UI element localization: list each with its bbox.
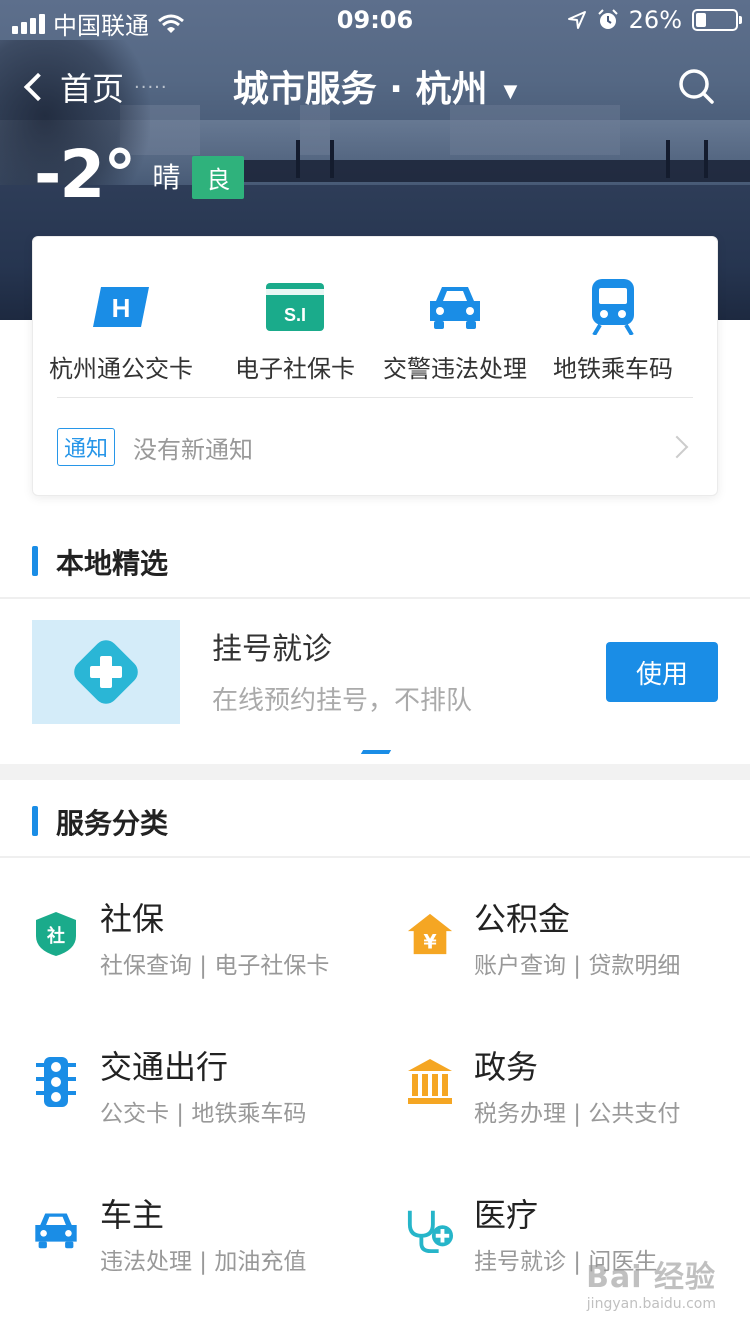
air-quality-badge: 良: [192, 156, 245, 199]
weather-condition: 晴: [152, 161, 181, 194]
section-title: 服务分类: [56, 807, 169, 840]
divider: [57, 397, 693, 398]
category-subtitle: 账户查询 | 贷款明细: [474, 953, 681, 979]
dropdown-caret-icon: ▼: [503, 80, 518, 102]
nav-bar: 首页 ····· 城市服务 · 杭州 ▼: [0, 56, 750, 116]
section-accent-bar: [32, 546, 38, 576]
divider: [0, 856, 750, 858]
notice-tag: 通知: [57, 428, 116, 466]
house-yuan-text: ¥: [423, 930, 437, 953]
category-name: 医疗: [474, 1196, 539, 1234]
car-icon: [430, 287, 480, 329]
notice-text: 没有新通知: [133, 435, 254, 464]
shield-text: 社: [47, 925, 65, 947]
section-title: 本地精选: [56, 547, 169, 580]
shortcut-subway-code[interactable]: 地铁乘车码: [523, 277, 703, 384]
shortcut-label: 杭州通公交卡: [49, 355, 193, 383]
location-icon: [567, 11, 586, 29]
category-name: 车主: [100, 1196, 165, 1234]
social-card-text: S.I: [284, 305, 306, 325]
city-selector[interactable]: 城市服务 · 杭州 ▼: [0, 60, 750, 112]
category-name: 交通出行: [100, 1048, 229, 1086]
shortcut-bus-card[interactable]: H 杭州通公交卡: [31, 277, 211, 384]
section-accent-bar: [32, 806, 38, 836]
subway-icon: [592, 279, 634, 335]
section-local-picks: 本地精选: [0, 530, 750, 590]
shortcut-social-security[interactable]: S.I 电子社保卡: [205, 277, 385, 384]
category-subtitle: 公交卡 | 地铁乘车码: [100, 1101, 307, 1127]
shortcut-card: H 杭州通公交卡 S.I 电子社保卡 交警违法处理 地铁乘车码 通知 没有新通知: [32, 236, 718, 496]
watermark-brand: Bai 经验: [586, 1260, 716, 1295]
temperature: -2°: [34, 136, 136, 213]
government-building-icon: [408, 1059, 452, 1104]
section-services: 服务分类: [0, 790, 750, 850]
bus-card-icon: H: [93, 287, 149, 327]
stethoscope-icon: [407, 1210, 454, 1254]
traffic-light-icon: [36, 1057, 76, 1107]
category-subtitle: 违法处理 | 加油充值: [100, 1249, 307, 1275]
shortcut-label: 地铁乘车码: [553, 355, 673, 383]
house-yuan-icon: ¥: [407, 913, 453, 955]
section-gap: [0, 764, 750, 780]
category-car-owner[interactable]: 车主 违法处理 | 加油充值: [32, 1190, 372, 1290]
featured-thumbnail[interactable]: [32, 620, 180, 724]
shortcut-label: 电子社保卡: [235, 355, 355, 383]
car-icon: [35, 1213, 77, 1249]
battery-icon: [692, 9, 742, 31]
featured-description: 在线预约挂号，不排队: [212, 686, 473, 716]
category-name: 公积金: [474, 900, 571, 938]
use-button[interactable]: 使用: [606, 642, 718, 702]
category-name: 社保: [100, 900, 165, 938]
category-social-security[interactable]: 社 社保 社保查询 | 电子社保卡: [32, 894, 372, 994]
status-bar: 中国联通 09:06 26%: [0, 0, 750, 40]
page-title: 城市服务 · 杭州: [232, 69, 488, 110]
search-icon[interactable]: [676, 66, 716, 106]
category-subtitle: 社保查询 | 电子社保卡: [100, 953, 330, 979]
divider: [0, 597, 750, 599]
category-transport[interactable]: 交通出行 公交卡 | 地铁乘车码: [32, 1042, 372, 1142]
notice-row[interactable]: 通知 没有新通知: [57, 427, 693, 467]
watermark: Bai 经验 jingyan.baidu.com: [586, 1252, 716, 1312]
bus-card-letter: H: [112, 293, 131, 323]
carousel-indicator[interactable]: [360, 750, 392, 754]
category-government[interactable]: 政务 税务办理 | 公共支付: [406, 1042, 746, 1142]
shortcut-label: 交警违法处理: [383, 355, 527, 383]
shortcut-traffic-violation[interactable]: 交警违法处理: [365, 277, 545, 384]
featured-title[interactable]: 挂号就诊: [212, 624, 332, 668]
social-security-card-icon: S.I: [266, 283, 324, 331]
battery-percent: 26%: [628, 6, 682, 34]
category-housing-fund[interactable]: ¥ 公积金 账户查询 | 贷款明细: [406, 894, 746, 994]
weather-widget[interactable]: -2° 晴 良: [34, 136, 245, 213]
alarm-icon: [597, 9, 618, 29]
shield-icon: 社: [36, 912, 76, 956]
medical-cross-icon: [74, 640, 138, 704]
category-name: 政务: [474, 1048, 539, 1086]
chevron-right-icon: [665, 435, 689, 459]
watermark-url: jingyan.baidu.com: [586, 1296, 716, 1312]
category-subtitle: 税务办理 | 公共支付: [474, 1101, 681, 1127]
